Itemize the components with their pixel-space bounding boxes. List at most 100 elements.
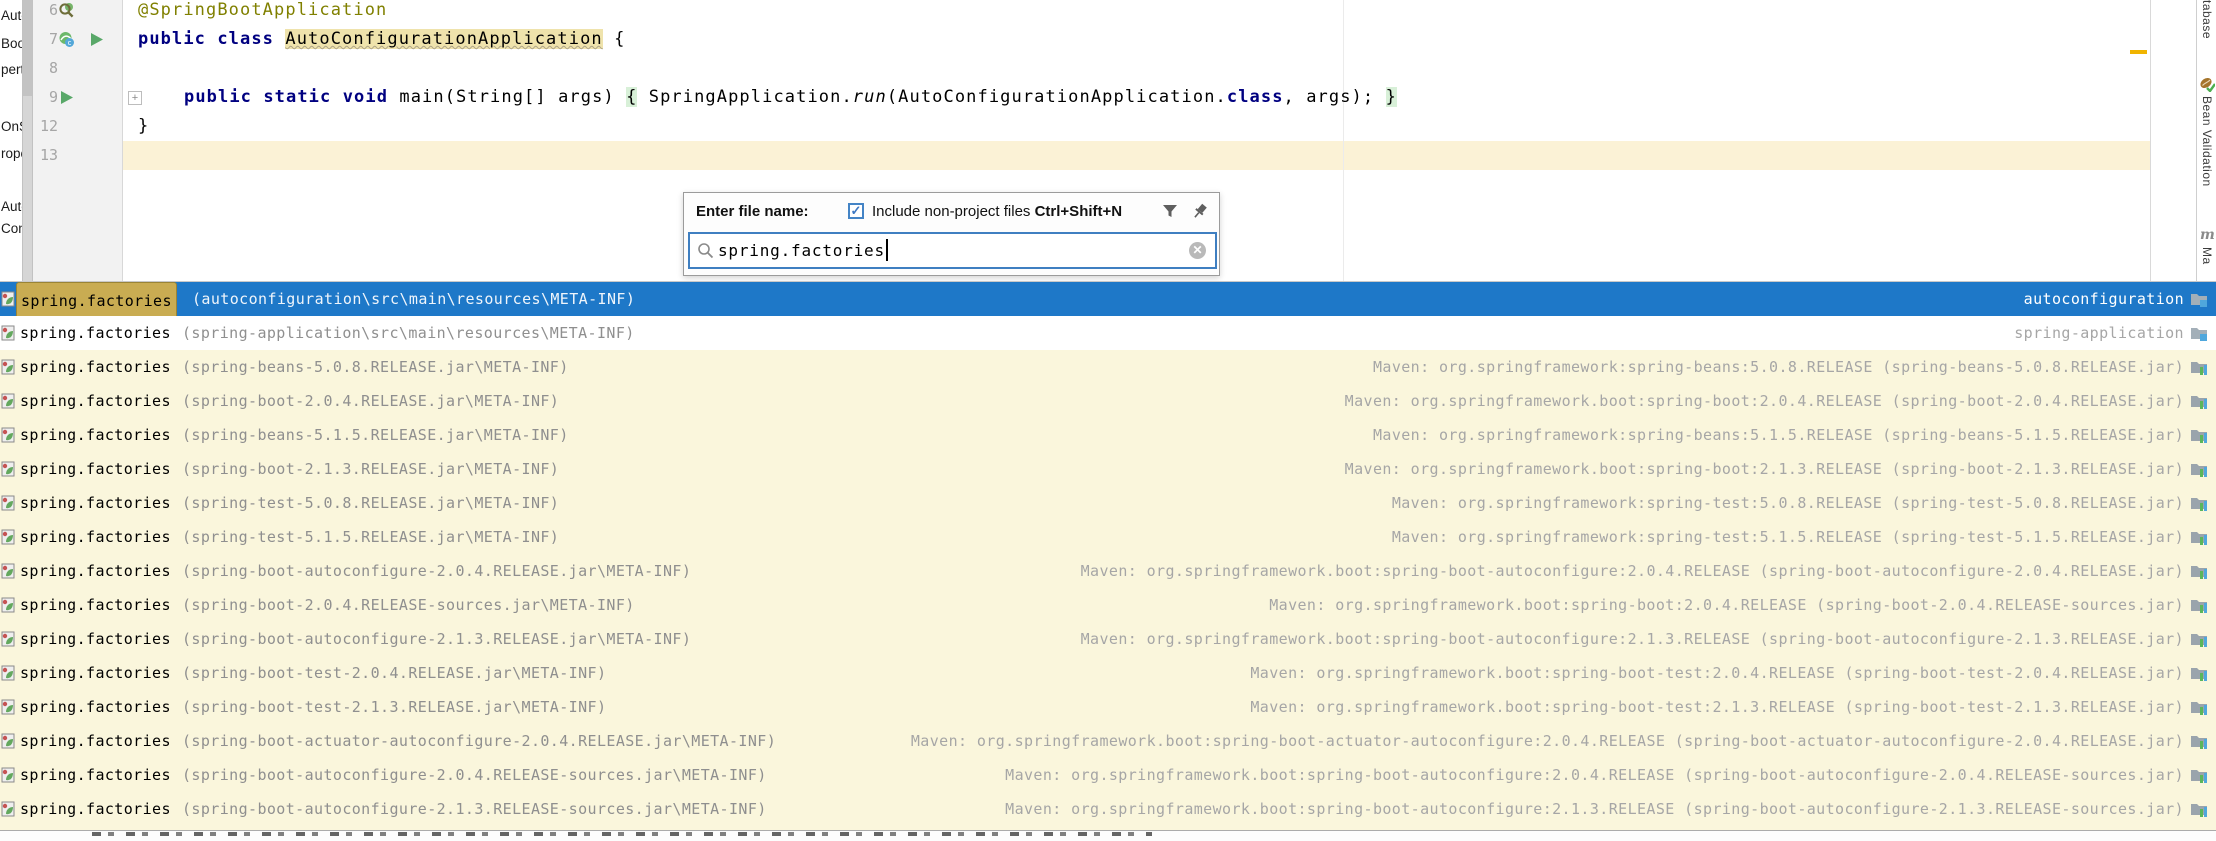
clear-icon[interactable]: ✕ (1189, 242, 1206, 259)
result-row[interactable]: spring.factories(spring-boot-test-2.0.4.… (0, 656, 2216, 690)
result-row[interactable]: spring.factories(spring-boot-test-2.1.3.… (0, 690, 2216, 724)
library-icon (2190, 529, 2208, 545)
code-token-plain: SpringApplication. (637, 87, 852, 107)
spring-search-icon[interactable] (58, 2, 75, 19)
result-file-path: (spring-boot-autoconfigure-2.0.4.RELEASE… (182, 554, 691, 588)
project-tree-item-clipped[interactable]: Auto (1, 8, 22, 23)
result-origin: Maven: org.springframework.boot:spring-b… (1005, 758, 2184, 792)
code-token-brace-highlight: { (626, 87, 637, 107)
result-row[interactable]: spring.factories(spring-boot-actuator-au… (0, 724, 2216, 758)
spring-bean-icon[interactable]: c (58, 31, 75, 48)
result-row[interactable]: spring.factories (spring-boot-autoconfigu… (0, 792, 2216, 826)
library-icon (2190, 427, 2208, 443)
result-row[interactable]: spring.factories(spring-boot-autoconfigu… (0, 758, 2216, 792)
result-file-name: spring.factories (20, 350, 171, 384)
spring-file-icon (1, 563, 15, 579)
project-tree-item-clipped[interactable]: OnS (1, 119, 22, 134)
library-icon (2190, 597, 2208, 613)
module-icon (2190, 325, 2208, 341)
library-icon (2190, 631, 2208, 647)
code-token-keyword: public class (138, 29, 285, 49)
result-row[interactable]: spring.factories(spring-test-5.0.8.RELEA… (0, 486, 2216, 520)
result-origin: Maven: org.springframework.boot:spring-b… (1250, 656, 2184, 690)
result-file-name: spring.factories (20, 418, 171, 452)
maven-icon: m (2199, 226, 2215, 242)
result-file-path: (spring-application\src\main\resources\M… (182, 316, 635, 350)
clipped-status-text (92, 832, 1152, 836)
result-file-name: spring.factories (20, 622, 171, 656)
project-tree-item-clipped[interactable]: Boot (1, 36, 22, 51)
result-origin: Maven: org.springframework.boot:spring-b… (1005, 792, 2184, 826)
project-scrollbar-thumb[interactable] (23, 0, 32, 96)
result-file-name: spring.factories (20, 316, 171, 350)
spring-file-icon (1, 393, 15, 409)
project-tree-item-clipped[interactable]: perty (1, 62, 22, 77)
library-icon (2190, 767, 2208, 783)
spring-file-icon (1, 495, 15, 511)
result-origin: Maven: org.springframework.boot:spring-b… (911, 724, 2184, 758)
result-file-name: spring.factories (20, 656, 171, 690)
result-file-name: spring.factories (20, 486, 171, 520)
project-tree-item-clipped[interactable]: Cont (1, 221, 22, 236)
run-icon[interactable] (88, 31, 105, 48)
line-number: 7 (33, 25, 58, 54)
filter-icon[interactable] (1161, 202, 1179, 220)
tab-maven[interactable]: Ma (2200, 247, 2214, 265)
result-file-path: (spring-beans-5.0.8.RELEASE.jar\META-INF… (182, 350, 569, 384)
result-file-name: spring.factories (20, 452, 171, 486)
result-row[interactable]: spring.factories(spring-boot-2.0.4.RELEA… (0, 588, 2216, 622)
fold-expand-icon[interactable]: + (128, 91, 142, 105)
code-token-plain: , args); (1284, 87, 1386, 107)
result-row[interactable]: spring.factories(spring-test-5.1.5.RELEA… (0, 520, 2216, 554)
code-line: } (138, 112, 149, 141)
line-number: 8 (33, 54, 58, 83)
spring-file-icon (1, 801, 15, 817)
spring-file-icon (1, 699, 15, 715)
result-row[interactable]: spring.factories (spring-boot-2.1.3.RELEA… (0, 452, 2216, 486)
result-row[interactable]: spring.factories(spring-boot-2.0.4.RELEA… (0, 384, 2216, 418)
result-file-path: (spring-boot-2.0.4.RELEASE.jar\META-INF) (182, 384, 559, 418)
spring-file-icon (1, 767, 15, 783)
results-popup: spring.factories(autoconfiguration\src\m… (0, 281, 2216, 841)
code-line: public class AutoConfigurationApplicatio… (138, 25, 625, 54)
project-tree-item-clipped[interactable]: Auto (1, 199, 22, 214)
result-row[interactable]: spring.factories (spring-beans-5.1.5.RELE… (0, 418, 2216, 452)
result-origin: Maven: org.springframework.boot:spring-b… (1081, 622, 2184, 656)
error-stripe-mark (2130, 50, 2147, 54)
dialog-title: Enter file name: (696, 203, 809, 220)
search-input-value: spring.factories (718, 239, 885, 263)
search-icon (697, 242, 714, 259)
result-origin: Maven: org.springframework.boot:spring-b… (1269, 588, 2184, 622)
tool-window-bar: tabase Bean Validation m Ma (2196, 0, 2216, 281)
pin-icon[interactable] (1190, 201, 1210, 221)
result-file-path: (spring-boot-autoconfigure-2.0.4.RELEASE… (182, 758, 767, 792)
module-icon (2190, 291, 2208, 307)
result-row[interactable]: spring.factories(autoconfiguration\src\m… (0, 282, 2216, 316)
code-token-annotation: @SpringBootApplication (138, 0, 387, 20)
tab-bean-validation[interactable]: Bean Validation (2200, 96, 2214, 187)
spring-file-icon (1, 665, 15, 681)
result-file-path: (spring-boot-2.1.3.RELEASE.jar\META-INF) (182, 452, 559, 486)
result-file-path: (spring-boot-autoconfigure-2.1.3.RELEASE… (182, 792, 767, 826)
project-panel-sliver[interactable]: Auto Boot perty OnS rope Auto Cont (0, 0, 22, 281)
result-row[interactable]: spring.factories (spring-application\src\… (0, 316, 2216, 350)
line-number: 9 (33, 83, 58, 112)
result-row[interactable]: spring.factories (spring-boot-autoconfigu… (0, 554, 2216, 588)
result-row[interactable]: spring.factories(spring-boot-autoconfigu… (0, 622, 2216, 656)
margin-guide-line (1343, 0, 1344, 281)
library-icon (2190, 665, 2208, 681)
run-icon[interactable] (58, 89, 75, 106)
result-file-name: spring.factories (20, 792, 171, 826)
tab-database[interactable]: tabase (2200, 0, 2214, 39)
library-icon (2190, 733, 2208, 749)
result-file-name: spring.factories (20, 554, 171, 588)
project-tree-item-clipped[interactable]: rope (1, 146, 22, 161)
file-name-input[interactable]: spring.factories ✕ (688, 232, 1217, 269)
result-file-path: (spring-beans-5.1.5.RELEASE.jar\META-INF… (182, 418, 569, 452)
spring-file-icon (1, 461, 15, 477)
result-origin: autoconfiguration (2024, 282, 2184, 316)
include-non-project-checkbox[interactable]: ✓ (848, 203, 864, 219)
library-icon (2190, 393, 2208, 409)
result-row[interactable]: spring.factories (spring-beans-5.0.8.RELE… (0, 350, 2216, 384)
spring-file-icon (1, 291, 15, 307)
